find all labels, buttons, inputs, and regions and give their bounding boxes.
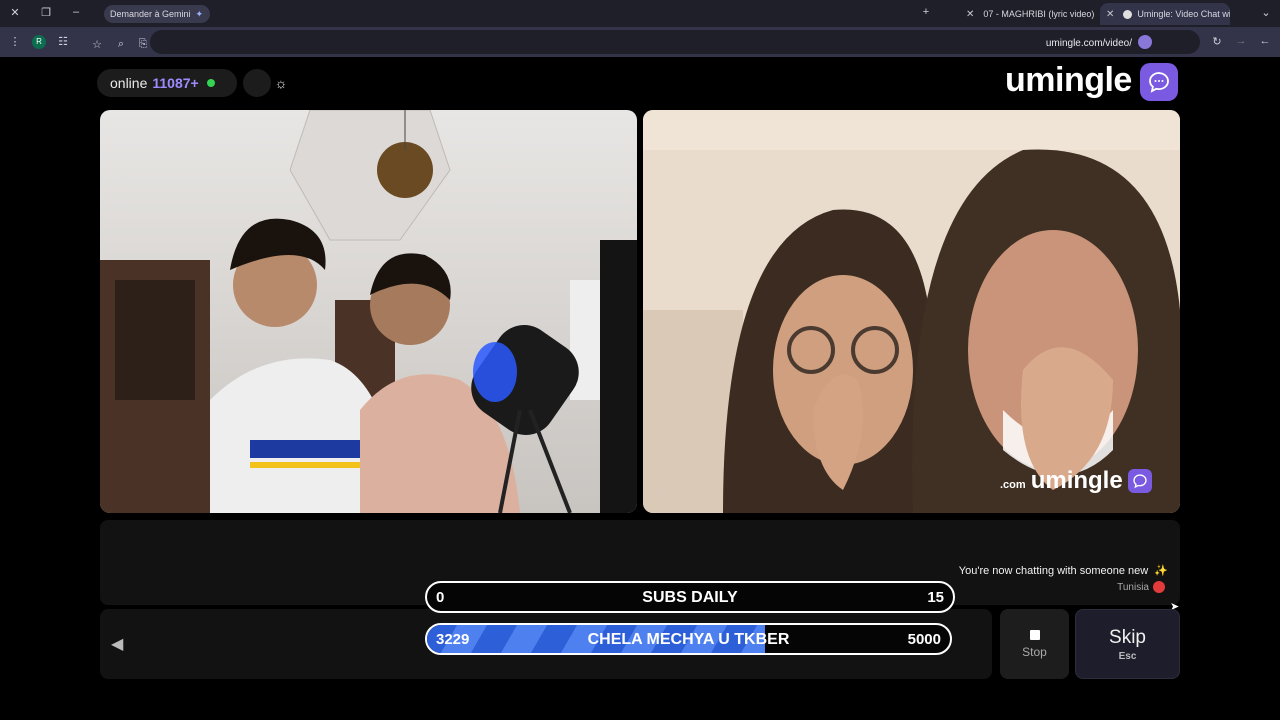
online-status-pill: online 11087+	[97, 69, 237, 97]
gemini-sparkle-icon: ✦	[195, 8, 204, 19]
forward-icon[interactable]: →	[1234, 35, 1248, 47]
gemini-chip[interactable]: Demander à Gemini ✦	[104, 5, 210, 23]
tab-title: 07 - MAGHRIBI (lyric video) ⭐	[983, 8, 1095, 19]
system-message-text: You're now chatting with someone new	[958, 565, 1149, 577]
site-info-icon[interactable]	[1138, 35, 1152, 49]
tab-search-icon[interactable]: ⌄	[1258, 6, 1274, 19]
address-url: umingle.com/video/	[1045, 38, 1132, 49]
theme-toggle-icon[interactable]: ☼	[267, 69, 295, 97]
subs-daily-label: SUBS DAILY	[642, 589, 738, 606]
close-tab-icon[interactable]: ✕	[966, 9, 974, 20]
sparkle-icon: ✨	[1154, 565, 1168, 577]
stranger-country: Tunisia	[1117, 581, 1165, 593]
subs-daily-goal: 15	[927, 589, 944, 606]
menu-icon[interactable]: ⋮	[8, 35, 22, 48]
main-goal-label: CHELA MECHYA U TKBER	[587, 631, 790, 648]
report-flag-icon[interactable]: ⚐	[656, 486, 666, 499]
stop-label: Stop	[1022, 644, 1047, 659]
extensions-icon[interactable]: ☷	[56, 35, 70, 48]
umingle-page: online 11087+ ☼ umingle ⚐ .com umingle Y…	[0, 57, 1280, 720]
logo-text: umingle	[1005, 61, 1132, 99]
translate-icon[interactable]: ⎘	[136, 38, 150, 51]
umingle-watermark: .com umingle	[1000, 467, 1152, 495]
address-bar[interactable]: umingle.com/video/ ☆ ⌕ ⎘	[92, 30, 1200, 54]
watermark-word: umingle	[1030, 467, 1123, 494]
minimize-icon[interactable]: –	[68, 6, 84, 18]
system-message: You're now chatting with someone new ✨	[959, 564, 1168, 577]
gemini-label: Demander à Gemini	[110, 9, 191, 19]
new-tab-icon[interactable]: +	[918, 6, 934, 18]
back-icon[interactable]: ←	[1258, 35, 1272, 47]
tab-umingle[interactable]: ✕ Umingle: Video Chat with S	[1100, 3, 1230, 25]
logo-chat-icon[interactable]	[1140, 63, 1178, 101]
reload-icon[interactable]: ↻	[1210, 35, 1224, 48]
zoom-icon[interactable]: ⌕	[114, 38, 128, 51]
tunisia-flag-icon	[1153, 581, 1165, 593]
skip-button[interactable]: Skip Esc	[1075, 609, 1180, 679]
online-dot-icon	[206, 79, 215, 87]
tab-maghribi[interactable]: ✕ 07 - MAGHRIBI (lyric video) ⭐	[960, 3, 1095, 25]
country-name: Tunisia	[1117, 581, 1149, 593]
main-goal-bar: 3229 CHELA MECHYA U TKBER 5000	[425, 623, 952, 655]
stop-square-icon	[1029, 629, 1040, 640]
remote-video	[643, 110, 1180, 513]
local-video	[100, 110, 637, 513]
online-label: online	[110, 75, 148, 91]
star-icon[interactable]: ☆	[90, 38, 104, 51]
close-tab-icon[interactable]: ✕	[1106, 9, 1114, 20]
watermark-chat-icon	[1127, 469, 1152, 493]
browser-tab-bar: ⌄ ✕ Umingle: Video Chat with S ✕ 07 - MA…	[0, 0, 1280, 27]
main-goal-target: 5000	[907, 631, 941, 648]
skip-shortcut: Esc	[1118, 650, 1137, 662]
close-window-icon[interactable]: ✕	[7, 6, 23, 19]
stop-button[interactable]: Stop	[1000, 609, 1069, 679]
profile-icon[interactable]: R	[32, 35, 46, 49]
subs-daily-bar: 0 SUBS DAILY 15	[425, 581, 955, 613]
send-icon[interactable]: ◀	[111, 634, 123, 654]
tab-title: Umingle: Video Chat with S	[1137, 9, 1230, 19]
audio-indicator-icon	[1123, 9, 1133, 19]
skip-label: Skip	[1109, 626, 1146, 648]
restore-icon[interactable]: ❐	[38, 6, 54, 19]
watermark-domain: .com	[1000, 479, 1026, 491]
online-count: 11087+	[152, 75, 199, 91]
browser-toolbar: ← → ↻ umingle.com/video/ ☆ ⌕ ⎘ ☷ R ⋮	[0, 27, 1280, 57]
